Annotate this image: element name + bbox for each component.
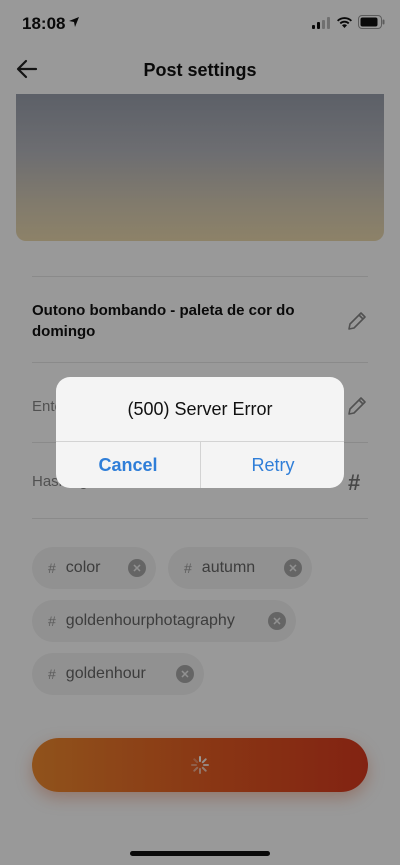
cancel-button[interactable]: Cancel [56,442,200,488]
alert-title: (500) Server Error [127,399,273,419]
error-alert-dialog: (500) Server Error Cancel Retry [56,377,344,488]
retry-button[interactable]: Retry [201,442,344,488]
